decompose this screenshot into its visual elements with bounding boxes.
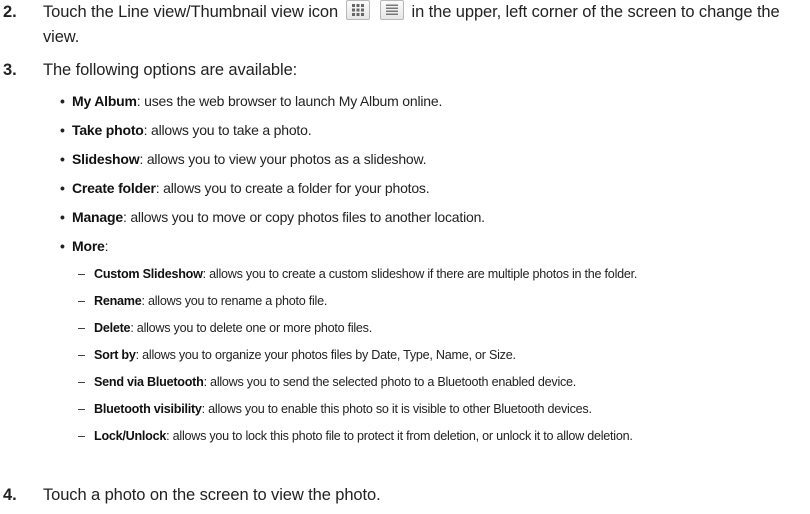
more-option-desc: : allows you to organize your photos fil… bbox=[135, 348, 516, 362]
manual-page: 2. Touch the Line view/Thumbnail view ic… bbox=[0, 0, 810, 514]
more-option-item: – Delete: allows you to delete one or mor… bbox=[78, 319, 372, 337]
more-option-item: – Lock/Unlock: allows you to lock this ph… bbox=[78, 427, 633, 445]
step-number: 2. bbox=[3, 3, 17, 21]
step-text: The following options are available: bbox=[43, 61, 298, 79]
bullet-icon: • bbox=[60, 209, 65, 225]
step-number: 4. bbox=[3, 486, 17, 504]
option-term: Take photo bbox=[72, 122, 144, 138]
more-option-desc: : allows you to rename a photo file. bbox=[141, 294, 328, 308]
step-2-line2: view. bbox=[43, 28, 80, 46]
dash-icon: – bbox=[78, 402, 85, 416]
dash-icon: – bbox=[78, 267, 85, 281]
option-item: • Manage: allows you to move or copy phot… bbox=[60, 207, 485, 227]
option-term: Create folder bbox=[72, 180, 156, 196]
option-desc: : allows you to view your photos as a sl… bbox=[139, 151, 427, 167]
more-option-term: Sort by bbox=[94, 348, 136, 362]
option-desc: : bbox=[104, 238, 109, 254]
bullet-icon: • bbox=[60, 93, 65, 109]
dash-icon: – bbox=[78, 429, 85, 443]
more-option-item: – Send via Bluetooth: allows you to send … bbox=[78, 373, 576, 391]
option-desc: : allows you to create a folder for your… bbox=[155, 180, 430, 196]
bullet-icon: • bbox=[60, 151, 65, 167]
more-option-item: – Bluetooth visibility: allows you to ena… bbox=[78, 400, 592, 418]
option-desc: : allows you to move or copy photos file… bbox=[122, 209, 485, 225]
more-option-desc: : allows you to create a custom slidesho… bbox=[202, 267, 638, 281]
step-2-text-before: Touch the Line view/Thumbnail view icon bbox=[43, 3, 339, 21]
bullet-icon: • bbox=[60, 238, 65, 254]
dash-icon: – bbox=[78, 348, 85, 362]
more-option-term: Send via Bluetooth bbox=[94, 375, 204, 389]
option-term: Manage bbox=[72, 209, 123, 225]
more-option-term: Rename bbox=[94, 294, 142, 308]
bullet-icon: • bbox=[60, 122, 65, 138]
dash-icon: – bbox=[78, 375, 85, 389]
more-option-desc: : allows you to enable this photo so it … bbox=[201, 402, 592, 416]
option-term: More bbox=[72, 238, 105, 254]
more-option-item: – Custom Slideshow: allows you to create … bbox=[78, 265, 637, 283]
bullet-icon: • bbox=[60, 180, 65, 196]
more-option-term: Lock/Unlock bbox=[94, 429, 167, 443]
more-option-term: Bluetooth visibility bbox=[94, 402, 202, 416]
more-option-desc: : allows you to lock this photo file to … bbox=[166, 429, 633, 443]
more-option-term: Custom Slideshow bbox=[94, 267, 203, 281]
more-option-desc: : allows you to delete one or more photo… bbox=[130, 321, 372, 335]
option-item: • Take photo: allows you to take a photo. bbox=[60, 120, 312, 140]
line-list-icon bbox=[380, 0, 405, 20]
option-desc: : uses the web browser to launch My Albu… bbox=[136, 93, 443, 109]
option-item: • More: bbox=[60, 236, 109, 256]
option-term: My Album bbox=[72, 93, 137, 109]
step-text: Touch the Line view/Thumbnail view icon bbox=[43, 0, 780, 25]
dash-icon: – bbox=[78, 294, 85, 308]
option-term: Slideshow bbox=[72, 151, 140, 167]
step-text: Touch a photo on the screen to view the … bbox=[43, 486, 381, 504]
option-item: • Create folder: allows you to create a f… bbox=[60, 178, 430, 198]
dash-icon: – bbox=[78, 321, 85, 335]
step-number: 3. bbox=[3, 61, 17, 79]
option-item: • My Album: uses the web browser to launc… bbox=[60, 91, 442, 111]
option-desc: : allows you to take a photo. bbox=[143, 122, 312, 138]
more-option-term: Delete bbox=[94, 321, 131, 335]
step-2-text-after: in the upper, left corner of the screen … bbox=[411, 3, 780, 21]
thumbnail-grid-icon bbox=[345, 0, 370, 20]
more-option-item: – Sort by: allows you to organize your ph… bbox=[78, 346, 516, 364]
more-option-desc: : allows you to send the selected photo … bbox=[203, 375, 577, 389]
option-item: • Slideshow: allows you to view your phot… bbox=[60, 149, 427, 169]
more-option-item: – Rename: allows you to rename a photo fi… bbox=[78, 292, 327, 310]
